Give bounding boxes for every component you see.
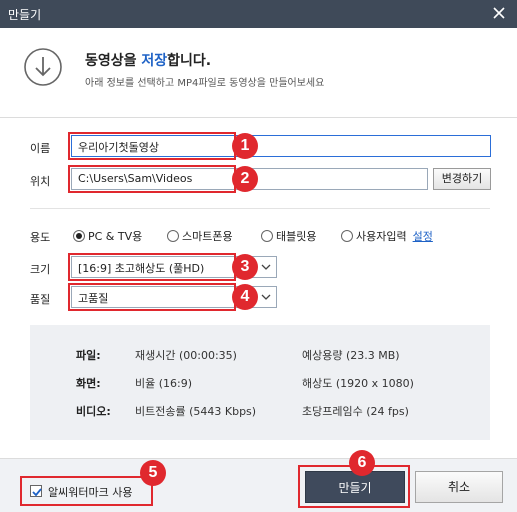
file-info-label: 파일:	[76, 349, 101, 362]
size-label: 크기	[30, 263, 51, 276]
usage-radio-tablet[interactable]: 태블릿용	[261, 228, 316, 244]
radio-circle	[261, 230, 273, 242]
change-location-button[interactable]: 변경하기	[433, 168, 491, 190]
dialog-footer: 알씨워터마크 사용 만들기 취소	[0, 458, 517, 512]
download-icon	[23, 47, 63, 87]
make-button[interactable]: 만들기	[305, 471, 405, 503]
settings-link[interactable]: 설정	[413, 228, 433, 244]
usage-label: 용도	[30, 231, 51, 244]
radio-circle	[167, 230, 179, 242]
checkmark-icon	[32, 488, 42, 497]
usage-option-label: PC & TV용	[88, 230, 143, 243]
name-input[interactable]: 우리아기첫돌영상	[71, 135, 491, 157]
screen-ratio: 비율 (16:9)	[135, 377, 193, 390]
dialog-header: 동영상을 저장합니다. 아래 정보를 선택하고 MP4파일로 동영상을 만들어보…	[0, 28, 517, 118]
header-title-part1: 동영상을	[85, 53, 142, 69]
cancel-button[interactable]: 취소	[415, 471, 503, 503]
annotation-badge-1: 1	[232, 133, 258, 159]
chevron-down-icon	[260, 291, 272, 303]
header-subtitle: 아래 정보를 선택하고 MP4파일로 동영상을 만들어보세요	[85, 78, 325, 89]
radio-circle	[341, 230, 353, 242]
size-select-value: [16:9] 초고해상도 (풀HD)	[78, 262, 205, 275]
title-bar: 만들기	[0, 0, 517, 28]
usage-radio-pc-tv[interactable]: PC & TV용	[73, 228, 142, 244]
file-size: 예상용량 (23.3 MB)	[302, 349, 400, 362]
annotation-badge-3: 3	[232, 254, 258, 280]
header-title: 동영상을 저장합니다.	[85, 50, 211, 70]
annotation-badge-5: 5	[140, 460, 166, 486]
header-title-part2: 합니다.	[167, 53, 212, 69]
file-duration: 재생시간 (00:00:35)	[135, 349, 237, 362]
name-label: 이름	[30, 142, 51, 155]
usage-option-label: 태블릿용	[276, 230, 317, 243]
chevron-down-icon	[260, 261, 272, 273]
video-framerate: 초당프레임수 (24 fps)	[302, 405, 409, 418]
screen-info-label: 화면:	[76, 377, 101, 390]
output-info-panel: 파일: 재생시간 (00:00:35) 예상용량 (23.3 MB) 화면: 비…	[30, 325, 490, 440]
annotation-badge-6: 6	[349, 450, 375, 476]
radio-circle	[73, 230, 85, 242]
watermark-checkbox[interactable]	[30, 485, 42, 497]
usage-radio-group: PC & TV용 스마트폰용 태블릿용 사용자입력 설정	[73, 228, 493, 244]
window-title: 만들기	[8, 8, 42, 22]
usage-option-label: 스마트폰용	[182, 230, 233, 243]
screen-resolution: 해상도 (1920 x 1080)	[302, 377, 414, 390]
location-label: 위치	[30, 175, 51, 188]
video-bitrate: 비트전송률 (5443 Kbps)	[135, 405, 257, 418]
divider	[30, 208, 490, 209]
usage-radio-custom[interactable]: 사용자입력 설정	[341, 228, 433, 244]
quality-label: 품질	[30, 293, 51, 306]
quality-select-value: 고품질	[78, 292, 109, 305]
dialog-body: 이름 우리아기첫돌영상 위치 C:\Users\Sam\Videos 변경하기 …	[0, 118, 517, 458]
close-icon[interactable]	[489, 3, 509, 23]
usage-option-label: 사용자입력	[356, 230, 407, 243]
video-info-label: 비디오:	[76, 405, 111, 418]
annotation-badge-2: 2	[232, 166, 258, 192]
annotation-badge-4: 4	[232, 284, 258, 310]
usage-radio-smartphone[interactable]: 스마트폰용	[167, 228, 233, 244]
watermark-label[interactable]: 알씨워터마크 사용	[48, 484, 132, 500]
header-title-accent: 저장	[141, 53, 168, 69]
